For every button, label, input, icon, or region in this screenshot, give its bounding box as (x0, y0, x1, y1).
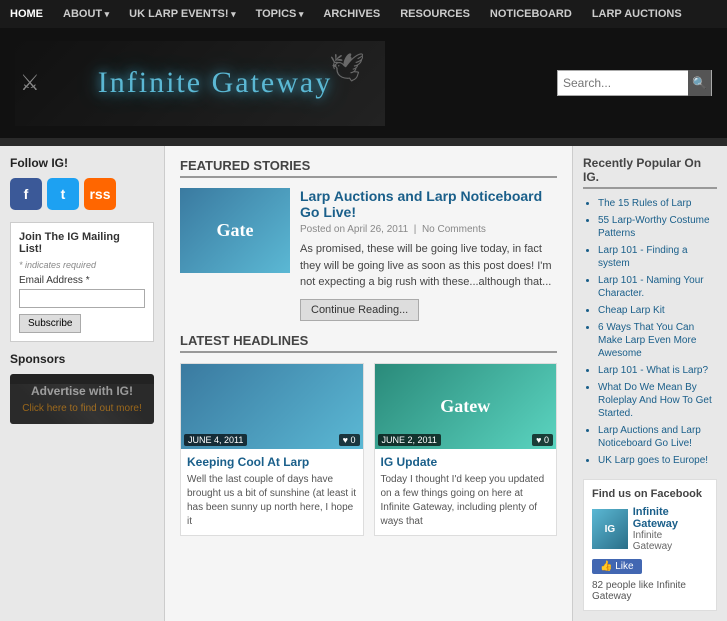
subscribe-button[interactable]: Subscribe (19, 314, 81, 333)
card-title[interactable]: IG Update (381, 455, 551, 469)
popular-item[interactable]: Larp Auctions and Larp Noticeboard Go Li… (598, 425, 701, 449)
popular-item[interactable]: Larp 101 - Naming Your Character. (598, 275, 704, 299)
popular-list-item: 6 Ways That You Can Make Larp Even More … (598, 321, 717, 360)
search-input[interactable] (558, 76, 688, 90)
featured-article: Gate Larp Auctions and Larp Noticeboard … (180, 188, 557, 321)
advertise-deco (10, 384, 154, 424)
latest-thumbnail: JUNE 4, 2011 ♥ 0 (181, 364, 363, 449)
popular-list: The 15 Rules of Larp 55 Larp-Worthy Costu… (583, 197, 717, 467)
featured-date: April 26, 2011 (347, 224, 408, 235)
featured-article-link[interactable]: Larp Auctions and Larp Noticeboard Go Li… (300, 188, 542, 220)
latest-card: Gatew JUNE 2, 2011 ♥ 0 IG Update Today I… (374, 363, 558, 536)
latest-date: JUNE 2, 2011 (378, 434, 441, 446)
nav-item-archives[interactable]: ARCHIVES (313, 0, 390, 28)
email-label: Email Address * (19, 275, 145, 286)
logo-area: ⚔ Infinite Gateway 🕊 (15, 41, 385, 126)
bird-icon: 🕊 (329, 51, 365, 84)
required-note: * indicates required (19, 260, 145, 270)
popular-item[interactable]: Larp 101 - What is Larp? (598, 365, 708, 376)
rss-icon[interactable]: rss (84, 178, 116, 210)
popular-list-item: Larp 101 - Finding a system (598, 244, 717, 270)
nav-item-resources[interactable]: RESOURCES (390, 0, 480, 28)
popular-list-item: UK Larp goes to Europe! (598, 454, 717, 467)
featured-meta: Posted on April 26, 2011 | No Comments (300, 224, 557, 235)
nav-item-about[interactable]: ABOUT (53, 0, 119, 28)
popular-list-item: Larp 101 - Naming Your Character. (598, 274, 717, 300)
logo-image: ⚔ Infinite Gateway 🕊 (15, 41, 385, 126)
search-area: 🔍 (557, 70, 712, 96)
featured-thumbnail: Gate (180, 188, 290, 273)
featured-thumb-text: Gate (217, 220, 254, 241)
popular-list-item: Larp Auctions and Larp Noticeboard Go Li… (598, 424, 717, 450)
featured-title: FEATURED STORIES (180, 158, 557, 178)
popular-item[interactable]: UK Larp goes to Europe! (598, 455, 708, 466)
sponsors-title: Sponsors (10, 352, 154, 366)
mailing-list-box: Join The IG Mailing List! * indicates re… (10, 222, 154, 342)
social-icons: f t rss (10, 178, 154, 210)
continue-reading-button[interactable]: Continue Reading... (300, 299, 419, 321)
popular-list-item: 55 Larp-Worthy Costume Patterns (598, 214, 717, 240)
popular-list-item: Larp 101 - What is Larp? (598, 364, 717, 377)
popular-list-item: Cheap Larp Kit (598, 304, 717, 317)
popular-item[interactable]: The 15 Rules of Larp (598, 198, 691, 209)
facebook-avatar: IG (592, 509, 628, 549)
email-field[interactable] (19, 289, 145, 308)
left-sidebar: Follow IG! f t rss Join The IG Mailing L… (0, 146, 165, 621)
popular-list-item: The 15 Rules of Larp (598, 197, 717, 210)
sword-icon: ⚔ (20, 70, 40, 96)
popular-list-item: What Do We Mean By Roleplay And How To G… (598, 381, 717, 420)
follow-title: Follow IG! (10, 156, 154, 170)
latest-thumbnail: Gatew JUNE 2, 2011 ♥ 0 (375, 364, 557, 449)
facebook-box: Find us on Facebook IG Infinite Gateway … (583, 479, 717, 611)
latest-card: JUNE 4, 2011 ♥ 0 Keeping Cool At Larp We… (180, 363, 364, 536)
popular-item[interactable]: 55 Larp-Worthy Costume Patterns (598, 215, 710, 239)
facebook-like-button[interactable]: 👍 Like (592, 559, 642, 574)
nav-item-home[interactable]: HOME (0, 0, 53, 28)
facebook-page-name: Infinite Gateway (633, 506, 708, 530)
center-content: FEATURED STORIES Gate Larp Auctions and … (165, 146, 572, 621)
nav-item-larp-auctions[interactable]: LARP AUCTIONS (582, 0, 692, 28)
popular-title: Recently Popular On IG. (583, 156, 717, 189)
logo-text: Infinite Gateway (98, 66, 332, 100)
facebook-page-sub: InfiniteGateway (633, 530, 708, 552)
twitter-icon[interactable]: t (47, 178, 79, 210)
right-sidebar: Recently Popular On IG. The 15 Rules of … (572, 146, 727, 621)
card-title[interactable]: Keeping Cool At Larp (187, 455, 357, 469)
advertise-box[interactable]: Advertise with IG! Click here to find ou… (10, 374, 154, 424)
search-button[interactable]: 🔍 (688, 70, 711, 96)
nav-item-uk-larp-events![interactable]: UK LARP EVENTS! (119, 0, 245, 28)
popular-item[interactable]: Larp 101 - Finding a system (598, 245, 688, 269)
latest-comments: ♥ 0 (339, 434, 360, 446)
facebook-count: 82 people like Infinite Gateway (592, 580, 708, 602)
latest-comments: ♥ 0 (532, 434, 553, 446)
featured-text: Larp Auctions and Larp Noticeboard Go Li… (300, 188, 557, 321)
featured-comments[interactable]: No Comments (422, 224, 486, 235)
facebook-icon[interactable]: f (10, 178, 42, 210)
popular-item[interactable]: What Do We Mean By Roleplay And How To G… (598, 382, 712, 419)
latest-grid: JUNE 4, 2011 ♥ 0 Keeping Cool At Larp We… (180, 363, 557, 536)
facebook-name-area: Infinite Gateway InfiniteGateway (633, 506, 708, 552)
popular-item[interactable]: Cheap Larp Kit (598, 305, 665, 316)
subbar (0, 138, 727, 146)
facebook-profile: IG Infinite Gateway InfiniteGateway (592, 506, 708, 552)
card-body: Keeping Cool At Larp Well the last coupl… (181, 449, 363, 535)
main-nav: HOMEABOUTUK LARP EVENTS!TOPICSARCHIVESRE… (0, 0, 727, 28)
latest-thumb-text: Gatew (440, 396, 490, 417)
popular-item[interactable]: 6 Ways That You Can Make Larp Even More … (598, 322, 696, 359)
card-excerpt: Today I thought I'd keep you updated on … (381, 473, 551, 529)
featured-excerpt: As promised, these will be going live to… (300, 241, 557, 291)
facebook-box-title: Find us on Facebook (592, 488, 708, 500)
latest-date: JUNE 4, 2011 (184, 434, 247, 446)
card-excerpt: Well the last couple of days have brough… (187, 473, 357, 529)
nav-item-topics[interactable]: TOPICS (246, 0, 314, 28)
mailing-title: Join The IG Mailing List! (19, 231, 145, 255)
nav-item-noticeboard[interactable]: NOTICEBOARD (480, 0, 582, 28)
featured-article-title: Larp Auctions and Larp Noticeboard Go Li… (300, 188, 557, 220)
site-header: ⚔ Infinite Gateway 🕊 🔍 (0, 28, 727, 138)
latest-title: LATEST HEADLINES (180, 333, 557, 353)
main-layout: Follow IG! f t rss Join The IG Mailing L… (0, 146, 727, 621)
card-body: IG Update Today I thought I'd keep you u… (375, 449, 557, 535)
